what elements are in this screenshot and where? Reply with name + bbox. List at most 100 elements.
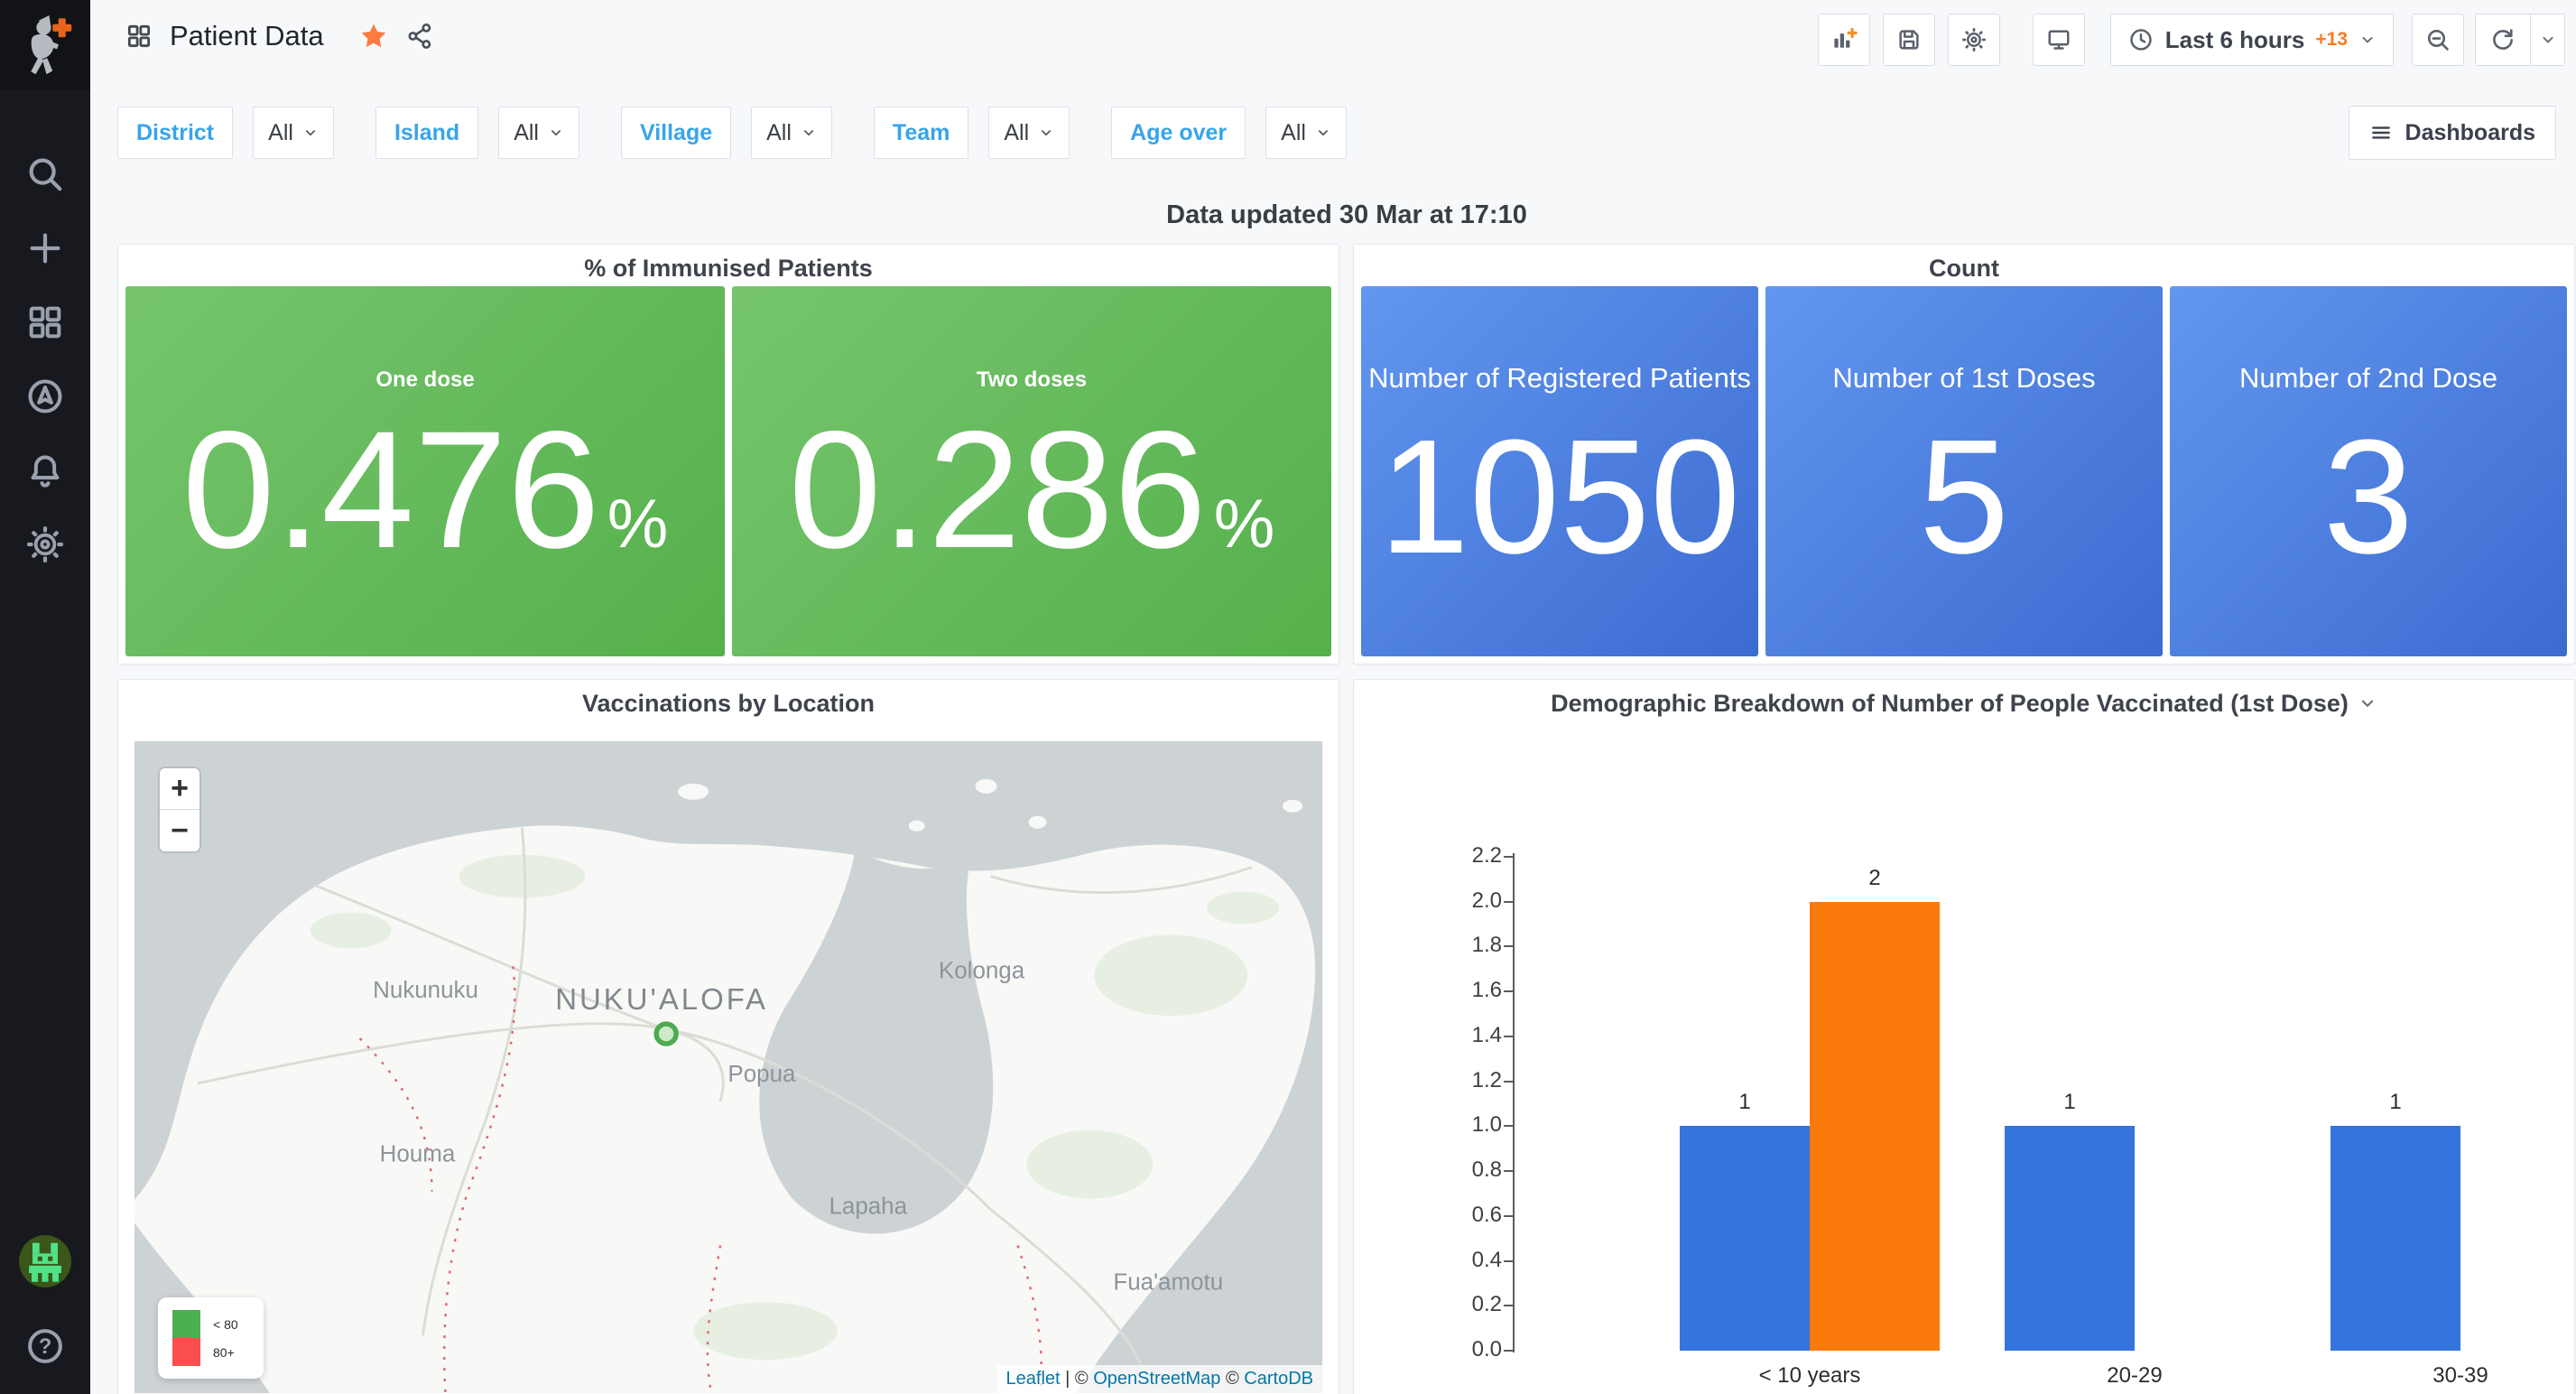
- stat-second-doses: Number of 2nd Dose 3: [2170, 286, 2567, 656]
- configuration-gear-icon[interactable]: [24, 524, 66, 565]
- bar-series0-cat2: [2330, 1126, 2460, 1351]
- chevron-down-icon: [1038, 125, 1054, 141]
- cycle-view-button[interactable]: [2033, 14, 2085, 66]
- y-tick-mark: [1504, 1036, 1513, 1037]
- variable-filters: District All Island All Village All Team…: [117, 107, 1347, 159]
- stat-value: 0.286%: [789, 405, 1275, 576]
- filter-value-dropdown[interactable]: All: [988, 107, 1070, 159]
- search-icon[interactable]: [24, 153, 66, 195]
- x-tick-label: 30-39: [2316, 1363, 2576, 1389]
- refresh-icon: [2489, 26, 2516, 53]
- filter-value: All: [268, 120, 293, 146]
- filter-value-dropdown[interactable]: All: [498, 107, 579, 159]
- y-tick-label: 2.0: [1381, 888, 1502, 914]
- legend-swatch-green: [172, 1310, 200, 1338]
- stat-label: Two doses: [977, 367, 1087, 393]
- panel-count: Count Number of Registered Patients 1050…: [1353, 244, 2575, 664]
- map-label-lapaha: Lapaha: [829, 1194, 907, 1220]
- filter-value: All: [1281, 120, 1306, 146]
- stat-value: 0.476%: [182, 405, 669, 576]
- map-canvas[interactable]: Nukunuku NUKU'ALOFA Kolonga Popua Houma …: [134, 741, 1322, 1393]
- y-tick-label: 1.8: [1381, 933, 1502, 958]
- time-range-label: Last 6 hours: [2165, 26, 2305, 54]
- map-legend: < 80 80+: [158, 1297, 264, 1379]
- y-tick-mark: [1504, 1305, 1513, 1306]
- bar-series0-cat0: [1680, 1126, 1810, 1351]
- map-zoom-in-button[interactable]: +: [160, 768, 199, 810]
- y-tick-mark: [1504, 1350, 1513, 1352]
- cartodb-link[interactable]: CartoDB: [1244, 1369, 1313, 1389]
- bar-value-label: 2: [1810, 866, 1940, 891]
- attribution-separator: |: [1065, 1369, 1070, 1389]
- legend-item-80-plus: 80+: [172, 1338, 249, 1366]
- y-tick-label: 0.4: [1381, 1248, 1502, 1273]
- app-logo[interactable]: [0, 0, 90, 90]
- refresh-button[interactable]: [2476, 14, 2530, 65]
- demographics-plot: 0.00.20.40.60.81.01.21.41.61.82.02.21112…: [1354, 680, 2574, 1394]
- alerting-bell-icon[interactable]: [24, 450, 66, 491]
- filter-value-dropdown[interactable]: All: [1265, 107, 1347, 159]
- map-marker[interactable]: [656, 1024, 676, 1044]
- leaflet-link[interactable]: Leaflet: [1006, 1369, 1061, 1389]
- filter-value: All: [1004, 120, 1029, 146]
- y-tick-mark: [1504, 1081, 1513, 1083]
- map-attribution: Leaflet | © OpenStreetMap © CartoDB: [997, 1365, 1322, 1393]
- add-panel-button[interactable]: [1818, 14, 1870, 66]
- filter-district: District All: [117, 107, 334, 159]
- openstreetmap-link[interactable]: OpenStreetMap: [1093, 1369, 1220, 1389]
- stat-label: Number of Registered Patients: [1368, 362, 1751, 395]
- dashboards-button[interactable]: Dashboards: [2349, 106, 2556, 160]
- refresh-interval-dropdown[interactable]: [2530, 14, 2564, 65]
- copyright-symbol: ©: [1226, 1369, 1239, 1389]
- save-dashboard-button[interactable]: [1883, 14, 1935, 66]
- stat-two-doses: Two doses 0.286%: [732, 286, 1331, 656]
- dashboard-settings-button[interactable]: [1948, 14, 2000, 66]
- hamburger-icon: [2369, 121, 2393, 144]
- dashboards-grid-icon[interactable]: [24, 302, 66, 343]
- bar-value-label: 1: [2005, 1090, 2135, 1115]
- filter-label: Island: [375, 107, 478, 159]
- panel-title[interactable]: Count: [1354, 245, 2574, 292]
- y-tick-mark: [1504, 1170, 1513, 1172]
- y-tick-label: 1.0: [1381, 1112, 1502, 1138]
- filter-value: All: [766, 120, 792, 146]
- share-icon[interactable]: [405, 22, 434, 51]
- y-tick-label: 0.0: [1381, 1337, 1502, 1362]
- map-basemap: Nukunuku NUKU'ALOFA Kolonga Popua Houma …: [134, 741, 1322, 1393]
- zoom-out-time-button[interactable]: [2412, 14, 2464, 66]
- filter-age-over: Age over All: [1111, 107, 1347, 159]
- map-zoom-out-button[interactable]: −: [160, 810, 199, 851]
- filter-label: District: [117, 107, 233, 159]
- filter-value-dropdown[interactable]: All: [253, 107, 334, 159]
- stat-unit: %: [1214, 486, 1275, 562]
- user-avatar[interactable]: [19, 1235, 71, 1287]
- filter-value: All: [514, 120, 539, 146]
- time-range-picker[interactable]: Last 6 hours +13: [2110, 14, 2394, 66]
- y-tick-label: 1.2: [1381, 1068, 1502, 1093]
- favorite-star-icon[interactable]: [358, 21, 389, 51]
- y-tick-mark: [1504, 1125, 1513, 1127]
- stat-unit: %: [607, 486, 669, 562]
- filter-value-dropdown[interactable]: All: [751, 107, 832, 159]
- dashboard-header: Patient Data Last 6 hours +13: [90, 0, 2576, 81]
- chevron-down-icon: [1315, 125, 1331, 141]
- explore-compass-icon[interactable]: [24, 376, 66, 417]
- legend-swatch-red: [172, 1338, 200, 1366]
- chevron-down-icon: [2539, 31, 2557, 49]
- y-tick-mark: [1504, 1260, 1513, 1262]
- legend-item-under-80: < 80: [172, 1310, 249, 1338]
- stat-label: Number of 2nd Dose: [2239, 362, 2497, 395]
- y-tick-label: 0.6: [1381, 1203, 1502, 1228]
- create-plus-icon[interactable]: [24, 228, 66, 269]
- chevron-down-icon: [2358, 31, 2377, 49]
- filter-island: Island All: [375, 107, 579, 159]
- stat-registered-patients: Number of Registered Patients 1050: [1361, 286, 1758, 656]
- bar-value-label: 1: [1680, 1090, 1810, 1115]
- panel-title[interactable]: Vaccinations by Location: [118, 680, 1339, 727]
- map-label-houma: Houma: [380, 1142, 456, 1167]
- sidebar: [0, 0, 90, 1394]
- help-icon[interactable]: [24, 1325, 66, 1367]
- y-axis-line: [1513, 853, 1515, 1352]
- stat-value: 1050: [1379, 414, 1740, 581]
- panel-title[interactable]: % of Immunised Patients: [118, 245, 1339, 292]
